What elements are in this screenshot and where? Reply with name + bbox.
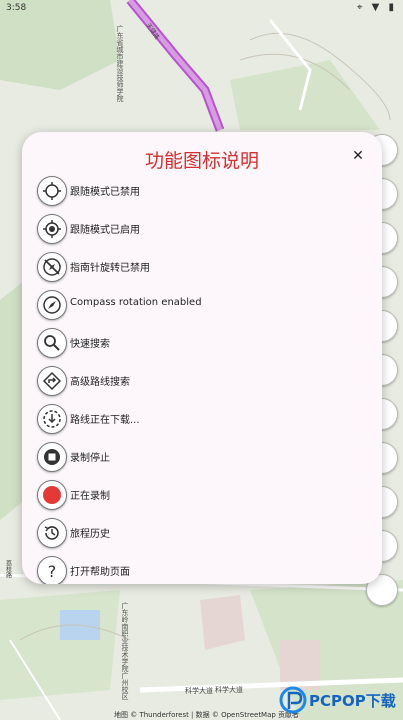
follow-disabled-icon xyxy=(37,176,67,206)
stop-icon xyxy=(37,442,67,472)
item-label: 录制停止 xyxy=(70,453,110,464)
map-label-school2: 广东岭南职业技术学院广州校区 xyxy=(121,601,129,700)
download-icon xyxy=(37,404,67,434)
map-attribution: 地图 © Thunderforest | 数据 © OpenStreetMap … xyxy=(114,711,300,719)
list-item: 跟随模式已禁用 xyxy=(37,176,367,208)
item-label: Compass rotation enabled xyxy=(70,297,202,308)
list-item: ? 打开帮助页面 xyxy=(37,556,367,584)
svg-text:?: ? xyxy=(48,562,57,581)
item-label: 路线正在下载... xyxy=(70,415,140,426)
compass-enabled-icon xyxy=(37,290,67,320)
list-item: 指南针旋转已禁用 xyxy=(37,252,367,284)
list-item: 跟随模式已启用 xyxy=(37,214,367,246)
list-item: 快速搜索 xyxy=(37,328,367,360)
item-label: 正在录制 xyxy=(70,491,110,502)
icon-help-dialog: 功能图标说明 ✕ 跟随模式已禁用 跟随模式已启用 指南针旋转已禁用 Compas… xyxy=(22,132,382,584)
item-label: 旅程历史 xyxy=(70,529,110,540)
item-label: 高级路线搜索 xyxy=(70,377,130,388)
compass-disabled-icon xyxy=(37,252,67,282)
list-item: 高级路线搜索 xyxy=(37,366,367,398)
list-item: 路线正在下载... xyxy=(37,404,367,436)
status-time: 3:58 xyxy=(6,3,27,13)
status-bar: 3:58 ⌖ ▼ ▮ xyxy=(0,0,403,18)
item-label: 跟随模式已启用 xyxy=(70,225,140,236)
map-label-road1: 科学大道 xyxy=(185,686,213,695)
dialog-title: 功能图标说明 xyxy=(144,150,259,172)
watermark-text: PCPOP下载 xyxy=(309,692,396,710)
follow-enabled-icon xyxy=(37,214,67,244)
item-label: 快速搜索 xyxy=(70,339,110,350)
record-icon xyxy=(37,480,67,510)
close-icon[interactable]: ✕ xyxy=(348,146,368,166)
item-label: 指南针旋转已禁用 xyxy=(70,263,150,274)
list-item: 录制停止 xyxy=(37,442,367,474)
list-item: 旅程历史 xyxy=(37,518,367,550)
search-icon xyxy=(37,328,67,358)
pcpop-watermark-logo: PCPOP下载 xyxy=(279,686,396,714)
map-label-road2: 科学大道 xyxy=(215,685,243,694)
map-label-school1: 广东省城市建设技师学院 xyxy=(116,24,124,103)
list-item: 正在录制 xyxy=(37,480,367,512)
history-icon xyxy=(37,518,67,548)
list-item: Compass rotation enabled xyxy=(37,290,367,322)
help-icon: ? xyxy=(37,556,67,584)
map-label-road4: 荔枝路 xyxy=(5,559,12,579)
item-label: 打开帮助页面 xyxy=(70,567,130,578)
route-search-icon xyxy=(37,366,67,396)
status-icons: ⌖ ▼ ▮ xyxy=(356,2,397,13)
item-label: 跟随模式已禁用 xyxy=(70,187,140,198)
